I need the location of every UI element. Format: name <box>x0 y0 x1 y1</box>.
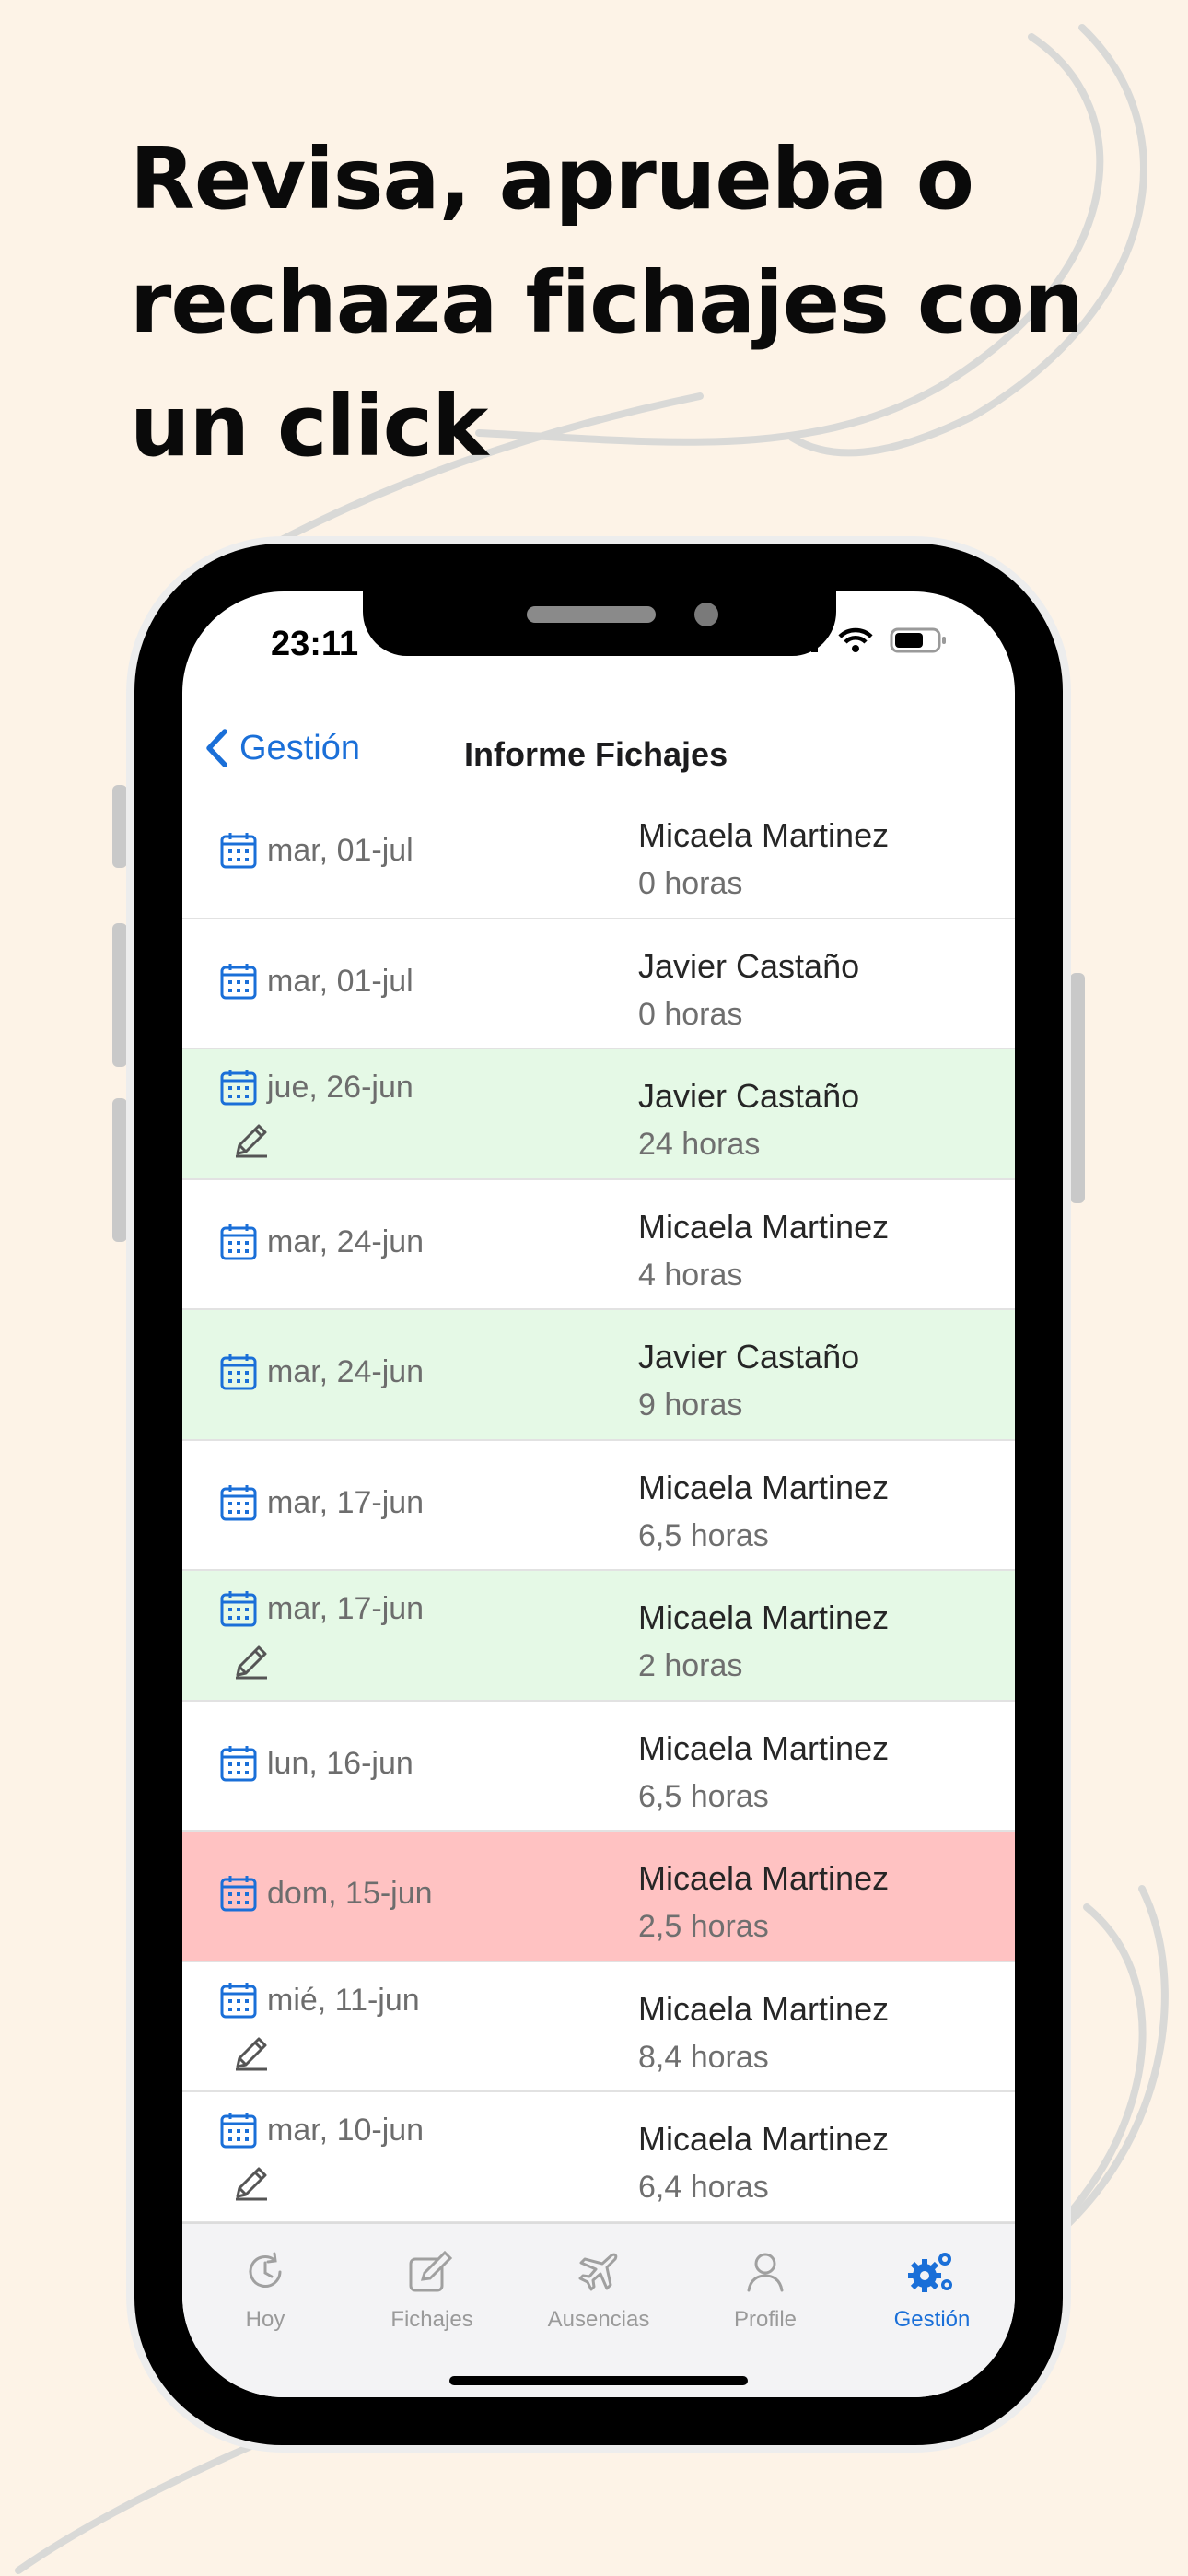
calendar-icon <box>219 831 258 874</box>
entry-hours: 9 horas <box>638 1388 743 1423</box>
calendar-icon <box>219 1744 258 1787</box>
clock-refresh-icon <box>192 2244 339 2300</box>
entry-hours: 2,5 horas <box>638 1909 769 1944</box>
tab-label: Ausencias <box>547 2307 650 2332</box>
volume-down-button <box>112 1098 127 1242</box>
pencil-icon <box>232 2163 271 2207</box>
entry-date: jue, 26-jun <box>267 1070 413 1105</box>
entry-hours: 0 horas <box>638 996 743 1032</box>
employee-name: Micaela Martinez <box>638 816 890 854</box>
power-button <box>1070 973 1085 1203</box>
list-item[interactable]: dom, 15-jun Micaela Martinez 2,5 horas <box>182 1832 1015 1962</box>
tab-ausencias[interactable]: Ausencias <box>525 2244 672 2333</box>
headline-line-3: un click <box>130 377 488 475</box>
employee-name: Micaela Martinez <box>638 1728 890 1767</box>
status-time: 23:11 <box>271 625 359 663</box>
promo-screen: Revisa, aprueba o rechaza fichajes con u… <box>0 0 1188 2576</box>
calendar-icon <box>219 1483 258 1527</box>
entry-hours: 8,4 horas <box>638 2039 769 2075</box>
gears-icon <box>858 2244 1006 2300</box>
tab-hoy[interactable]: Hoy <box>192 2244 339 2333</box>
employee-name: Javier Castaño <box>638 1077 860 1115</box>
list-item[interactable]: mar, 17-jun Micaela Martinez 2 horas <box>182 1571 1015 1702</box>
tab-bar: Hoy Fichajes Ausencias Profile Gestión <box>182 2222 1015 2397</box>
calendar-icon <box>219 1352 258 1396</box>
list-item[interactable]: mar, 10-jun Micaela Martinez 6,4 horas <box>182 2092 1015 2223</box>
pencil-icon <box>232 2033 271 2077</box>
entry-date: mié, 11-jun <box>267 1982 420 2018</box>
entry-hours: 6,5 horas <box>638 1517 769 1553</box>
chevron-left-icon <box>206 729 227 767</box>
employee-name: Micaela Martinez <box>638 1989 890 2028</box>
list-item[interactable]: mar, 17-jun Micaela Martinez 6,5 horas <box>182 1441 1015 1571</box>
calendar-icon <box>219 2111 258 2154</box>
phone-screen: 23:11 Gestión Informe Fichajes mar, 01-j… <box>182 591 1015 2397</box>
employee-name: Javier Castaño <box>638 1338 860 1376</box>
entry-date: mar, 24-jun <box>267 1354 425 1389</box>
calendar-icon <box>219 1874 258 1917</box>
employee-name: Micaela Martinez <box>638 1598 890 1636</box>
headline-line-2: rechaza fichajes con <box>130 253 1084 352</box>
battery-icon <box>890 627 946 653</box>
speaker-grille <box>527 606 656 623</box>
tab-label: Hoy <box>245 2307 285 2332</box>
entry-date: mar, 24-jun <box>267 1224 425 1259</box>
home-indicator <box>449 2376 748 2385</box>
entry-date: mar, 17-jun <box>267 1484 425 1520</box>
entry-hours: 4 horas <box>638 1257 743 1293</box>
entry-hours: 2 horas <box>638 1648 743 1683</box>
entry-hours: 6,5 horas <box>638 1778 769 1814</box>
tab-profile[interactable]: Profile <box>692 2244 839 2333</box>
tab-label: Gestión <box>893 2307 971 2332</box>
calendar-icon <box>219 1981 258 2024</box>
person-icon <box>692 2244 839 2300</box>
entry-hours: 6,4 horas <box>638 2170 769 2205</box>
tab-label: Fichajes <box>390 2307 473 2332</box>
front-camera <box>694 603 718 626</box>
tab-gestin[interactable]: Gestión <box>858 2244 1006 2333</box>
calendar-icon <box>219 1068 258 1111</box>
headline: Revisa, aprueba o rechaza fichajes con u… <box>130 118 1143 488</box>
signal-icon <box>781 629 818 652</box>
calendar-icon <box>219 1589 258 1633</box>
silent-switch <box>112 785 127 868</box>
list-item[interactable]: mar, 01-jul Javier Castaño 0 horas <box>182 919 1015 1049</box>
wifi-icon <box>838 627 873 652</box>
list-item[interactable]: mar, 24-jun Javier Castaño 9 horas <box>182 1310 1015 1441</box>
calendar-icon <box>219 1223 258 1266</box>
entry-date: mar, 17-jun <box>267 1591 425 1626</box>
tab-label: Profile <box>733 2307 798 2332</box>
list-item[interactable]: mar, 24-jun Micaela Martinez 4 horas <box>182 1180 1015 1310</box>
employee-name: Javier Castaño <box>638 946 860 985</box>
pencil-icon <box>232 1642 271 1685</box>
entry-date: mar, 01-jul <box>267 963 413 999</box>
back-button[interactable]: Gestión <box>204 728 360 768</box>
list-item[interactable]: mar, 01-jul Micaela Martinez 0 horas <box>182 789 1015 919</box>
employee-name: Micaela Martinez <box>638 1468 890 1506</box>
tab-fichajes[interactable]: Fichajes <box>358 2244 506 2333</box>
entry-date: mar, 10-jun <box>267 2113 425 2148</box>
notch <box>363 591 836 656</box>
entry-date: lun, 16-jun <box>267 1745 413 1781</box>
pencil-icon <box>232 1120 271 1164</box>
time-entries-list: mar, 01-jul Micaela Martinez 0 horas mar, 0… <box>182 789 1015 2223</box>
list-item[interactable]: mié, 11-jun Micaela Martinez 8,4 horas <box>182 1962 1015 2092</box>
volume-up-button <box>112 923 127 1067</box>
entry-hours: 0 horas <box>638 866 743 901</box>
entry-date: dom, 15-jun <box>267 1876 433 1911</box>
list-item[interactable]: jue, 26-jun Javier Castaño 24 horas <box>182 1049 1015 1180</box>
headline-line-1: Revisa, aprueba o <box>130 130 974 228</box>
status-icons <box>781 626 947 654</box>
airplane-icon <box>525 2244 672 2300</box>
employee-name: Micaela Martinez <box>638 2120 890 2158</box>
employee-name: Micaela Martinez <box>638 1207 890 1246</box>
entry-date: mar, 01-jul <box>267 833 413 868</box>
employee-name: Micaela Martinez <box>638 1859 890 1897</box>
entry-hours: 24 horas <box>638 1127 761 1162</box>
calendar-icon <box>219 962 258 1005</box>
back-label: Gestión <box>239 728 360 767</box>
page-title: Informe Fichajes <box>464 735 728 773</box>
edit-square-icon <box>358 2244 506 2300</box>
list-item[interactable]: lun, 16-jun Micaela Martinez 6,5 horas <box>182 1702 1015 1832</box>
